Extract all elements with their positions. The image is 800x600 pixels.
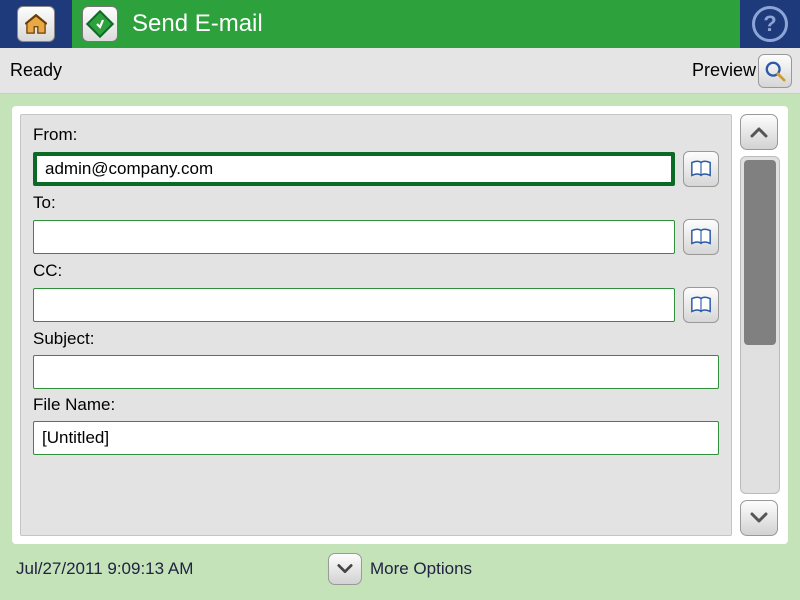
more-options-label: More Options [370,559,472,579]
filename-input[interactable] [33,421,719,455]
more-options-button[interactable] [328,553,362,585]
cc-addressbook-button[interactable] [683,287,719,323]
scrollbar-track[interactable] [740,156,780,494]
status-text: Ready [10,60,62,81]
magnifier-icon [764,60,786,82]
scrollbar-thumb[interactable] [744,160,776,345]
from-label: From: [33,125,719,145]
header-bar: Send E-mail ? [0,0,800,48]
preview-group: Preview [692,54,792,88]
subject-input[interactable] [33,355,719,389]
scroll-down-button[interactable] [740,500,778,536]
title-bar: Send E-mail [72,0,740,48]
help-button[interactable]: ? [752,6,788,42]
scroll-up-button[interactable] [740,114,778,150]
start-diamond-icon [86,10,114,38]
preview-button[interactable] [758,54,792,88]
subject-row [33,355,719,389]
filename-row [33,421,719,455]
home-bar [0,0,72,48]
chevron-up-icon [750,125,768,139]
chevron-down-icon [750,511,768,525]
to-input[interactable] [33,220,675,254]
book-icon [690,160,712,178]
chevron-down-icon [337,563,353,575]
start-button[interactable] [82,6,118,42]
to-row [33,219,719,255]
help-bar: ? [740,0,800,48]
cc-input[interactable] [33,288,675,322]
home-button[interactable] [17,6,55,42]
cc-row [33,287,719,323]
timestamp-text: Jul/27/2011 9:09:13 AM [16,559,193,579]
content-area: From: To: [0,94,800,600]
book-icon [690,228,712,246]
from-row [33,151,719,187]
form-panel-outer: From: To: [12,106,788,544]
form-panel: From: To: [20,114,732,536]
from-addressbook-button[interactable] [683,151,719,187]
from-input[interactable] [33,152,675,186]
to-label: To: [33,193,719,213]
book-icon [690,296,712,314]
status-bar: Ready Preview [0,48,800,94]
home-icon [25,14,47,34]
help-icon: ? [763,11,776,37]
subject-label: Subject: [33,329,719,349]
scroll-column [740,114,780,536]
to-addressbook-button[interactable] [683,219,719,255]
footer-bar: Jul/27/2011 9:09:13 AM More Options [12,544,788,588]
filename-label: File Name: [33,395,719,415]
more-options-group: More Options [328,553,472,585]
cc-label: CC: [33,261,719,281]
preview-label: Preview [692,60,756,81]
page-title: Send E-mail [132,10,263,38]
